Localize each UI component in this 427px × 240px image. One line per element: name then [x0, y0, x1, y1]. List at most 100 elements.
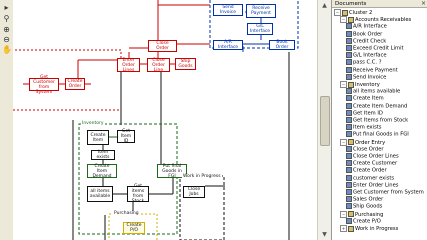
- tree-item-label: Get Item ID: [353, 110, 383, 117]
- pointer-tool-icon[interactable]: ▸: [2, 3, 11, 12]
- collapse-icon[interactable]: −: [340, 210, 347, 218]
- tree-item-label: A/R Interface: [353, 23, 387, 30]
- tree-item-label: Ship Goods: [353, 203, 383, 210]
- create-order-node[interactable]: Create Order: [65, 78, 85, 90]
- tree-item[interactable]: Enter Order Lines: [346, 181, 398, 189]
- receive-payment-node[interactable]: Receive Payment: [246, 4, 276, 18]
- documents-panel: Documents × − Cluster 2− Accounts Receivab…: [331, 0, 427, 240]
- process-icon: [346, 167, 352, 174]
- tree-item[interactable]: Ship Goods: [346, 203, 382, 210]
- process-icon: [346, 30, 352, 37]
- process-icon: [346, 217, 352, 224]
- tree-item[interactable]: Item exists: [346, 124, 382, 131]
- collapse-icon[interactable]: −: [340, 138, 347, 146]
- tree-item[interactable]: Exceed Credit Limit: [346, 45, 404, 52]
- gl-interface-node[interactable]: G/L Interface: [247, 23, 273, 35]
- create-item-demand-node[interactable]: Create Item Demand: [87, 164, 117, 179]
- close-jobs-node[interactable]: Close Jobs: [183, 186, 205, 198]
- collapse-icon[interactable]: −: [334, 9, 341, 16]
- tree-item[interactable]: Get Item ID: [346, 109, 383, 117]
- tree-item-label: Get Customer from System: [353, 189, 424, 196]
- get-items-from-stock-node[interactable]: Get items from Stock: [127, 184, 149, 204]
- tree-group-item[interactable]: − Accounts Receivables: [340, 16, 411, 24]
- diagram-canvas[interactable]: Send Invoice Receive Payment G/L Interfa…: [13, 0, 317, 240]
- tree-item-label: Get Items from Stock: [353, 117, 409, 124]
- close-order-line-node[interactable]: Close Order Line: [147, 58, 170, 73]
- book-order-node[interactable]: Book Order: [269, 40, 295, 50]
- get-customer-from-system-node[interactable]: Get Customer from System: [29, 75, 59, 95]
- collapse-icon[interactable]: −: [340, 16, 347, 24]
- tree-group-item[interactable]: − Purchasing: [340, 210, 384, 218]
- expand-icon[interactable]: +: [340, 225, 347, 232]
- wip-group-label: Work in Progress: [182, 174, 222, 179]
- create-item-node[interactable]: Create Item: [87, 130, 109, 145]
- close-order-node[interactable]: Close Order: [148, 40, 177, 52]
- tree-item-label: Credit Check: [353, 38, 387, 45]
- tree-group-item[interactable]: − Order Entry: [340, 138, 385, 146]
- scroll-thumb[interactable]: [320, 96, 330, 146]
- tree-group-item[interactable]: − Inventory: [340, 81, 380, 88]
- process-icon: [346, 52, 352, 59]
- folder-icon: [348, 211, 354, 218]
- tree-item[interactable]: Create P/O: [346, 217, 381, 225]
- tree-group-item[interactable]: − Cluster 2: [334, 9, 372, 16]
- scroll-up-icon[interactable]: ▲: [320, 1, 329, 10]
- zoom-out-icon[interactable]: ⊖: [2, 35, 11, 44]
- tree-item[interactable]: Close Order Lines: [346, 153, 399, 160]
- process-icon: [346, 131, 352, 138]
- tree-item[interactable]: Create Customer: [346, 160, 397, 167]
- tree-item[interactable]: Create Item: [346, 95, 384, 102]
- tree-item-label: Work in Progress: [355, 226, 399, 232]
- process-icon: [346, 95, 352, 102]
- get-item-id-node[interactable]: Get Item ID: [117, 129, 135, 144]
- tree-item[interactable]: all items available: [346, 88, 400, 95]
- scroll-down-icon[interactable]: ▼: [320, 230, 329, 239]
- tree-item[interactable]: pass C.C. ?: [346, 59, 381, 66]
- create-po-node[interactable]: Create P/O: [123, 222, 145, 234]
- process-icon: [346, 102, 352, 109]
- zoom-in-icon[interactable]: ⊕: [2, 25, 11, 34]
- all-items-available-node[interactable]: all items available: [87, 186, 113, 202]
- tree-item-label: Purchasing: [355, 211, 384, 218]
- diagram-connectors: [13, 0, 299, 240]
- process-icon: [346, 45, 352, 51]
- tree-group-item[interactable]: + Work in Progress: [340, 225, 398, 232]
- canvas-vertical-scrollbar[interactable]: ▲ ▼: [317, 0, 331, 240]
- tree-item-label: Inventory: [355, 82, 380, 88]
- tree-item[interactable]: A/R Interface: [346, 23, 387, 30]
- close-icon[interactable]: ×: [421, 0, 426, 8]
- tree-item[interactable]: customer exists: [346, 174, 394, 182]
- collapse-icon[interactable]: −: [340, 81, 347, 88]
- folder-icon: [348, 81, 354, 88]
- process-icon: [346, 73, 352, 80]
- folder-icon: [348, 225, 354, 232]
- tree-item-label: pass C.C. ?: [353, 59, 382, 66]
- tree-item[interactable]: Put final Goods in FGI: [346, 131, 409, 138]
- tree-item[interactable]: Book Order: [346, 30, 382, 38]
- tree-item-label: all items available: [353, 88, 401, 95]
- process-icon: [346, 23, 352, 30]
- tree-item-label: Close Order Lines: [353, 153, 399, 160]
- tree-item[interactable]: Get Items from Stock: [346, 117, 408, 124]
- tree-item[interactable]: Send Invoice: [346, 73, 386, 81]
- process-icon: [346, 145, 352, 152]
- tree-item[interactable]: Create Order: [346, 167, 387, 174]
- tree-item[interactable]: Sales Order: [346, 196, 383, 203]
- process-icon: [346, 153, 352, 159]
- tree-item[interactable]: Close Order: [346, 145, 384, 153]
- link-tool-icon[interactable]: ⚲: [2, 14, 11, 23]
- tree-item[interactable]: Receive Payment: [346, 66, 398, 74]
- tree-item[interactable]: Create Item Demand: [346, 102, 407, 110]
- tree-item[interactable]: G/L Interface: [346, 52, 387, 59]
- process-icon: [346, 203, 352, 210]
- tree-item-label: Create Order: [353, 167, 387, 174]
- ship-goods-node[interactable]: Ship Goods: [175, 58, 196, 70]
- send-invoice-node[interactable]: Send Invoice: [213, 4, 243, 16]
- tree-item[interactable]: Credit Check: [346, 37, 387, 45]
- enter-order-lines-node[interactable]: Enter Order Lines: [117, 58, 140, 73]
- tree-item[interactable]: Get Customer from System: [346, 189, 424, 196]
- ar-interface-node[interactable]: A/R Interface: [213, 40, 243, 50]
- tree-item-label: Item exists: [353, 124, 382, 131]
- item-exists-node[interactable]: Item exists: [91, 150, 115, 160]
- pan-tool-icon[interactable]: ✋: [2, 45, 12, 54]
